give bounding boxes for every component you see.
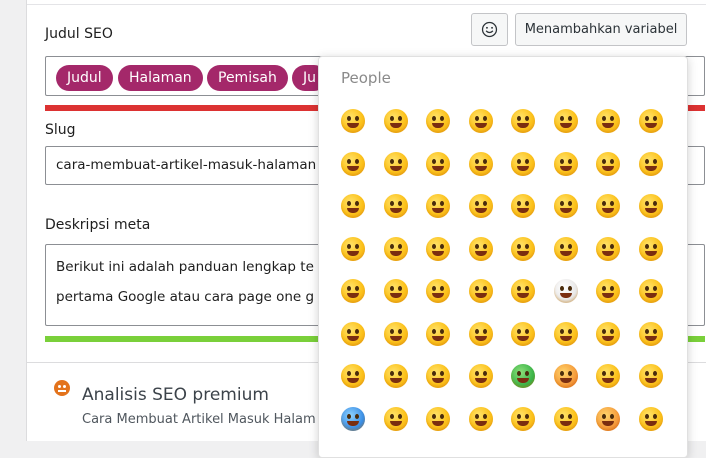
emoji-face-icon[interactable] xyxy=(468,364,493,388)
emoji-face-icon[interactable] xyxy=(341,406,365,431)
variable-pill-title[interactable]: Judul xyxy=(56,65,113,91)
emoji-face-icon[interactable] xyxy=(383,364,408,388)
emoji-face-icon[interactable] xyxy=(468,279,493,303)
emoji-picker: People xyxy=(318,56,688,458)
emoji-face-icon[interactable] xyxy=(638,236,663,261)
emoji-face-icon[interactable] xyxy=(596,406,620,431)
meta-description-line-2: pertama Google atau cara page one g xyxy=(56,289,315,305)
emoji-face-icon[interactable] xyxy=(511,364,535,388)
emoji-face-icon[interactable] xyxy=(553,109,578,133)
emoji-face-icon[interactable] xyxy=(341,151,365,176)
add-variable-button[interactable]: Menambahkan variabel xyxy=(515,13,687,46)
emoji-category-heading: People xyxy=(341,69,391,87)
emoji-face-icon[interactable] xyxy=(468,321,493,346)
emoji-face-icon[interactable] xyxy=(383,236,408,261)
emoji-face-icon[interactable] xyxy=(341,279,365,303)
emoji-face-icon[interactable] xyxy=(383,194,408,218)
emoji-face-icon[interactable] xyxy=(341,109,365,133)
emoji-face-icon[interactable] xyxy=(426,321,450,346)
emoji-face-icon[interactable] xyxy=(426,236,450,261)
emoji-face-icon[interactable] xyxy=(426,279,450,303)
emoji-face-icon[interactable] xyxy=(426,194,450,218)
insert-emoji-button[interactable] xyxy=(471,13,508,46)
emoji-face-icon[interactable] xyxy=(596,321,620,346)
emoji-face-icon[interactable] xyxy=(596,364,620,388)
smiley-icon xyxy=(481,21,498,38)
emoji-face-icon[interactable] xyxy=(468,406,493,431)
emoji-face-icon[interactable] xyxy=(383,321,408,346)
variable-pill-page[interactable]: Halaman xyxy=(118,65,203,91)
emoji-face-icon[interactable] xyxy=(596,194,620,218)
emoji-face-icon[interactable] xyxy=(553,279,578,303)
emoji-face-icon[interactable] xyxy=(511,236,535,261)
seo-title-label: Judul SEO xyxy=(45,26,113,42)
emoji-face-icon[interactable] xyxy=(511,406,535,431)
emoji-face-icon[interactable] xyxy=(553,364,578,388)
emoji-face-icon[interactable] xyxy=(596,279,620,303)
analysis-title[interactable]: Analisis SEO premium xyxy=(82,385,269,405)
emoji-face-icon[interactable] xyxy=(596,109,620,133)
emoji-face-icon[interactable] xyxy=(553,194,578,218)
slug-value: cara-membuat-artikel-masuk-halaman xyxy=(56,157,317,173)
emoji-face-icon[interactable] xyxy=(511,321,535,346)
emoji-face-icon[interactable] xyxy=(553,321,578,346)
emoji-face-icon[interactable] xyxy=(638,151,663,176)
emoji-face-icon[interactable] xyxy=(596,236,620,261)
emoji-face-icon[interactable] xyxy=(638,279,663,303)
emoji-face-icon[interactable] xyxy=(426,364,450,388)
emoji-face-icon[interactable] xyxy=(511,279,535,303)
analysis-subtitle: Cara Membuat Artikel Masuk Halam xyxy=(82,412,316,427)
variable-pill-separator[interactable]: Pemisah xyxy=(207,65,288,91)
emoji-face-icon[interactable] xyxy=(341,321,365,346)
emoji-face-icon[interactable] xyxy=(383,109,408,133)
emoji-face-icon[interactable] xyxy=(426,406,450,431)
emoji-face-icon[interactable] xyxy=(553,151,578,176)
meta-description-label: Deskripsi meta xyxy=(45,217,151,233)
emoji-face-icon[interactable] xyxy=(511,109,535,133)
emoji-face-icon[interactable] xyxy=(383,406,408,431)
meta-description-line-1: Berikut ini adalah panduan lengkap te xyxy=(56,259,314,275)
emoji-face-icon[interactable] xyxy=(553,236,578,261)
emoji-face-icon[interactable] xyxy=(511,151,535,176)
emoji-face-icon[interactable] xyxy=(426,109,450,133)
top-divider xyxy=(27,0,706,5)
emoji-face-icon[interactable] xyxy=(638,364,663,388)
emoji-face-icon[interactable] xyxy=(426,151,450,176)
emoji-face-icon[interactable] xyxy=(341,364,365,388)
slug-label: Slug xyxy=(45,122,76,138)
emoji-face-icon[interactable] xyxy=(638,406,663,431)
emoji-face-icon[interactable] xyxy=(383,151,408,176)
emoji-face-icon[interactable] xyxy=(638,109,663,133)
emoji-face-icon[interactable] xyxy=(383,279,408,303)
emoji-face-icon[interactable] xyxy=(341,236,365,261)
emoji-face-icon[interactable] xyxy=(638,321,663,346)
emoji-face-icon[interactable] xyxy=(468,109,493,133)
emoji-face-icon[interactable] xyxy=(468,151,493,176)
emoji-face-icon[interactable] xyxy=(553,406,578,431)
emoji-face-icon[interactable] xyxy=(468,236,493,261)
neutral-face-icon xyxy=(54,380,70,396)
emoji-face-icon[interactable] xyxy=(468,194,493,218)
emoji-face-icon[interactable] xyxy=(596,151,620,176)
emoji-face-icon[interactable] xyxy=(341,194,365,218)
emoji-face-icon[interactable] xyxy=(638,194,663,218)
emoji-face-icon[interactable] xyxy=(511,194,535,218)
